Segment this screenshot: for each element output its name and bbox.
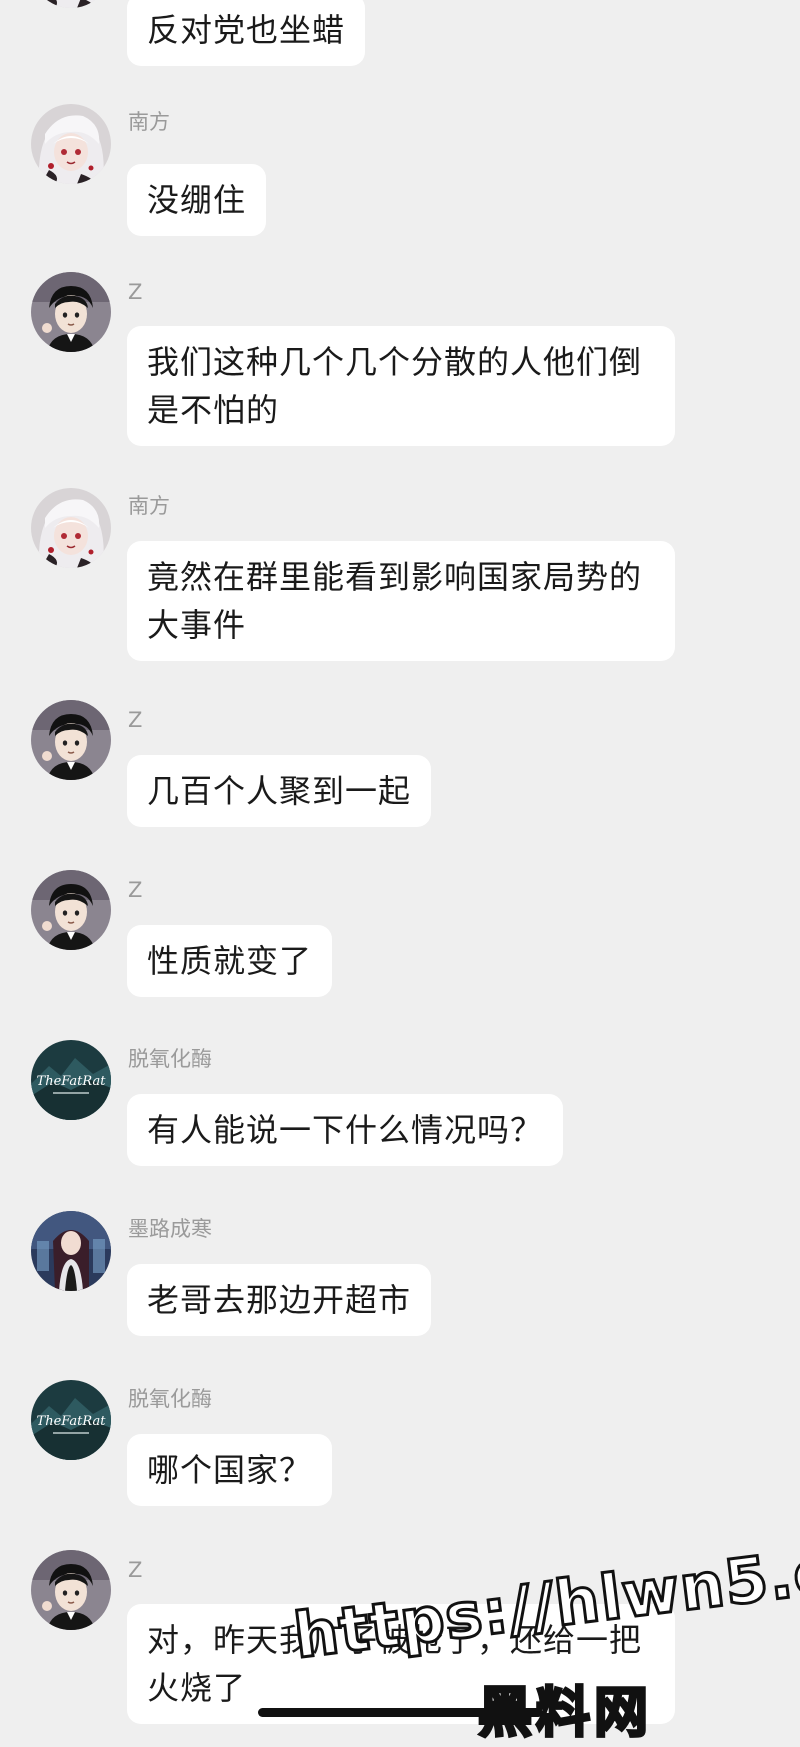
message-bubble[interactable]: 老哥去那边开超市 [127,1264,432,1336]
anime-boy-avatar[interactable] [31,870,111,950]
anime-woman-avatar[interactable] [31,1211,111,1291]
sender-name: Z [128,708,143,732]
chat-message-list[interactable]: 反对党也坐蜡 南方 没绷住 Z 我们这种几个几个分散的人他们倒是不怕的 南方 竟… [0,0,800,1733]
message-bubble[interactable]: 反对党也坐蜡 [127,0,366,66]
anime-boy-avatar[interactable] [31,700,111,780]
message-bubble[interactable]: 哪个国家？ [127,1434,333,1506]
anime-girl-avatar[interactable] [31,0,111,8]
sender-name: 墨路成寒 [128,1217,212,1241]
thefatrat-avatar[interactable] [31,1380,111,1460]
message-bubble[interactable]: 我们这种几个几个分散的人他们倒是不怕的 [127,326,675,446]
message-bubble[interactable]: 几百个人聚到一起 [127,755,432,827]
message-bubble[interactable]: 性质就变了 [127,925,333,997]
sender-name: 南方 [128,110,170,134]
message-bubble[interactable]: 没绷住 [127,164,267,236]
home-indicator[interactable] [258,1708,543,1717]
message-bubble[interactable]: 有人能说一下什么情况吗？ [127,1094,564,1166]
anime-boy-avatar[interactable] [31,1550,111,1630]
message-bubble[interactable]: 竟然在群里能看到影响国家局势的大事件 [127,541,675,661]
thefatrat-avatar[interactable] [31,1040,111,1120]
sender-name: 南方 [128,494,170,518]
sender-name: 脱氧化酶 [128,1387,212,1411]
anime-girl-avatar[interactable] [31,104,111,184]
sender-name: 脱氧化酶 [128,1047,212,1071]
anime-boy-avatar[interactable] [31,272,111,352]
sender-name: Z [128,280,143,304]
anime-girl-avatar[interactable] [31,488,111,568]
sender-name: Z [128,1558,143,1582]
sender-name: Z [128,878,143,902]
